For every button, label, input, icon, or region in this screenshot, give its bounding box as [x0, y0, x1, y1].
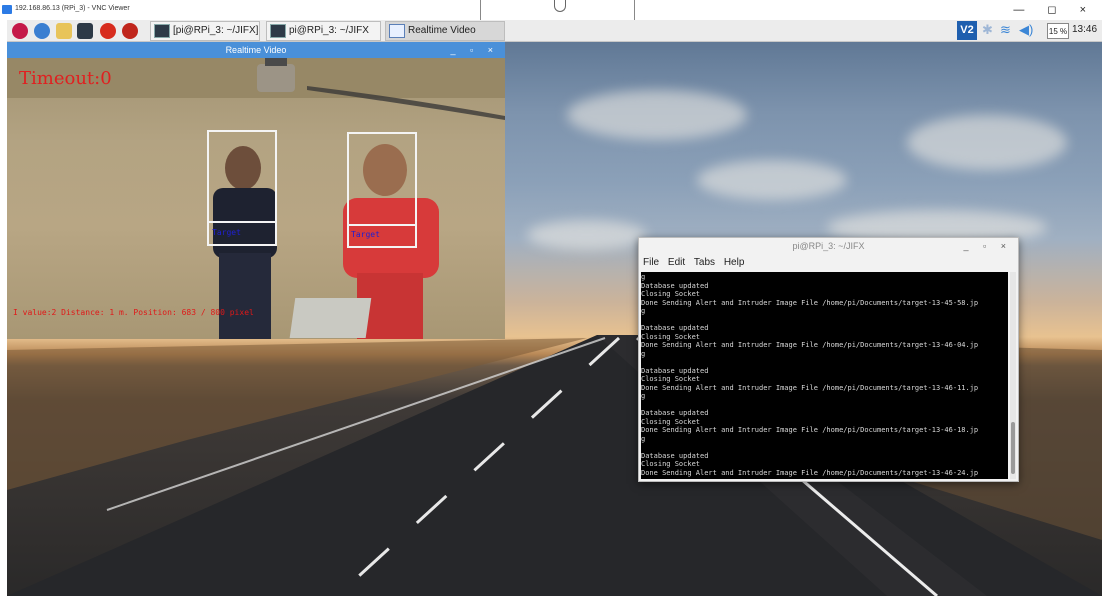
window-icon [389, 24, 405, 38]
terminal-line: Database updated [641, 281, 709, 290]
terminal-icon [270, 24, 286, 38]
terminal-line: Done Sending Alert and Intruder Image Fi… [641, 341, 979, 349]
raspberry-menu-icon[interactable] [12, 23, 28, 39]
terminal-line: Database updated [641, 366, 709, 375]
terminal-icon [154, 24, 170, 38]
terminal-line: Done Sending Alert and Intruder Image Fi… [641, 426, 979, 434]
timeout-label: Timeout:0 [19, 68, 112, 89]
terminal-line: g [641, 392, 646, 400]
terminal-line: Closing Socket [641, 290, 701, 298]
volume-icon[interactable]: ◀) [1019, 22, 1033, 38]
terminal-line: g [641, 434, 646, 443]
terminal-output[interactable]: g Database updated Closing Socket Done Send… [641, 272, 1008, 479]
window-controls[interactable]: _ ▫ × [451, 42, 499, 58]
vnc-viewer-icon [2, 5, 12, 14]
taskbar-task-realtime-video[interactable]: Realtime Video [385, 21, 505, 41]
realtime-video-titlebar[interactable]: Realtime Video _ ▫ × [7, 42, 505, 58]
wifi-icon[interactable]: ≋ [1000, 22, 1011, 38]
terminal-line: Database updated [641, 409, 709, 417]
mathematica-icon[interactable] [100, 23, 116, 39]
terminal-window[interactable]: pi@RPi_3: ~/JIFX _ ▫ × File Edit Tabs He… [638, 237, 1019, 482]
terminal-line: Done Sending Alert and Intruder Image Fi… [641, 298, 979, 307]
terminal-line: Done Sending Alert and Intruder Image Fi… [641, 468, 979, 477]
menu-file[interactable]: File [643, 255, 659, 271]
terminal-line: g [641, 307, 646, 315]
terminal-line: Closing Socket [641, 417, 701, 426]
terminal-line: g [641, 273, 646, 281]
wolfram-icon[interactable] [122, 23, 138, 39]
file-manager-icon[interactable] [56, 23, 72, 39]
scrollbar-thumb[interactable] [1011, 422, 1015, 474]
window-title: Realtime Video [225, 45, 287, 55]
terminal-titlebar[interactable]: pi@RPi_3: ~/JIFX _ ▫ × [639, 238, 1018, 254]
window-controls[interactable]: _ ▫ × [964, 238, 1012, 254]
task-label: pi@RPi_3: ~/JIFX [289, 25, 369, 36]
menu-help[interactable]: Help [724, 255, 745, 271]
detection-label-right: Target [351, 230, 380, 239]
taskbar-task-terminal-1[interactable]: [pi@RPi_3: ~/JIFX] [150, 21, 260, 41]
terminal-line: Database updated [641, 324, 709, 332]
vnc-toolbar-knob[interactable] [554, 0, 566, 12]
terminal-icon[interactable] [77, 23, 93, 39]
terminal-line: Closing Socket [641, 332, 701, 341]
terminal-line: Database updated [641, 451, 709, 460]
bluetooth-icon[interactable]: ✱ [982, 22, 993, 38]
task-label: Realtime Video [408, 25, 476, 36]
taskbar: [pi@RPi_3: ~/JIFX] pi@RPi_3: ~/JIFX Real… [7, 20, 1102, 42]
task-label: [pi@RPi_3: ~/JIFX] [173, 25, 259, 36]
terminal-line: Done Sending Alert and Intruder Image Fi… [641, 383, 979, 392]
vnc-window-controls[interactable]: — ◻ × [1013, 3, 1096, 16]
terminal-menubar: File Edit Tabs Help [639, 255, 1018, 271]
cpu-monitor[interactable]: 15 % [1047, 23, 1069, 39]
realtime-video-window[interactable]: Realtime Video _ ▫ × Timeout:0 Target Ta… [7, 42, 505, 339]
terminal-line: Closing Socket [641, 460, 701, 468]
vnc-viewer-title: 192.168.86.13 (RPi_3) - VNC Viewer [15, 5, 130, 12]
web-browser-icon[interactable] [34, 23, 50, 39]
remote-desktop[interactable]: [pi@RPi_3: ~/JIFX] pi@RPi_3: ~/JIFX Real… [7, 20, 1102, 596]
vnc-viewer-titlebar[interactable]: 192.168.86.13 (RPi_3) - VNC Viewer — ◻ × [0, 0, 1102, 23]
terminal-scrollbar[interactable] [1010, 272, 1016, 479]
menu-edit[interactable]: Edit [668, 255, 685, 271]
tracking-status-text: I value:2 Distance: 1 m. Position: 683 /… [13, 308, 254, 317]
detection-label-left: Target [212, 228, 241, 237]
terminal-line: g [641, 349, 646, 358]
terminal-line: g [641, 477, 1008, 479]
taskbar-task-terminal-2[interactable]: pi@RPi_3: ~/JIFX [266, 21, 381, 41]
video-frame: Timeout:0 Target Target I value:2 Distan… [7, 58, 505, 339]
menu-tabs[interactable]: Tabs [694, 255, 715, 271]
terminal-line: Closing Socket [641, 375, 701, 383]
clock[interactable]: 13:46 [1072, 24, 1097, 35]
vnc-server-tray-icon[interactable]: V2 [957, 21, 977, 40]
window-title: pi@RPi_3: ~/JIFX [792, 241, 865, 251]
